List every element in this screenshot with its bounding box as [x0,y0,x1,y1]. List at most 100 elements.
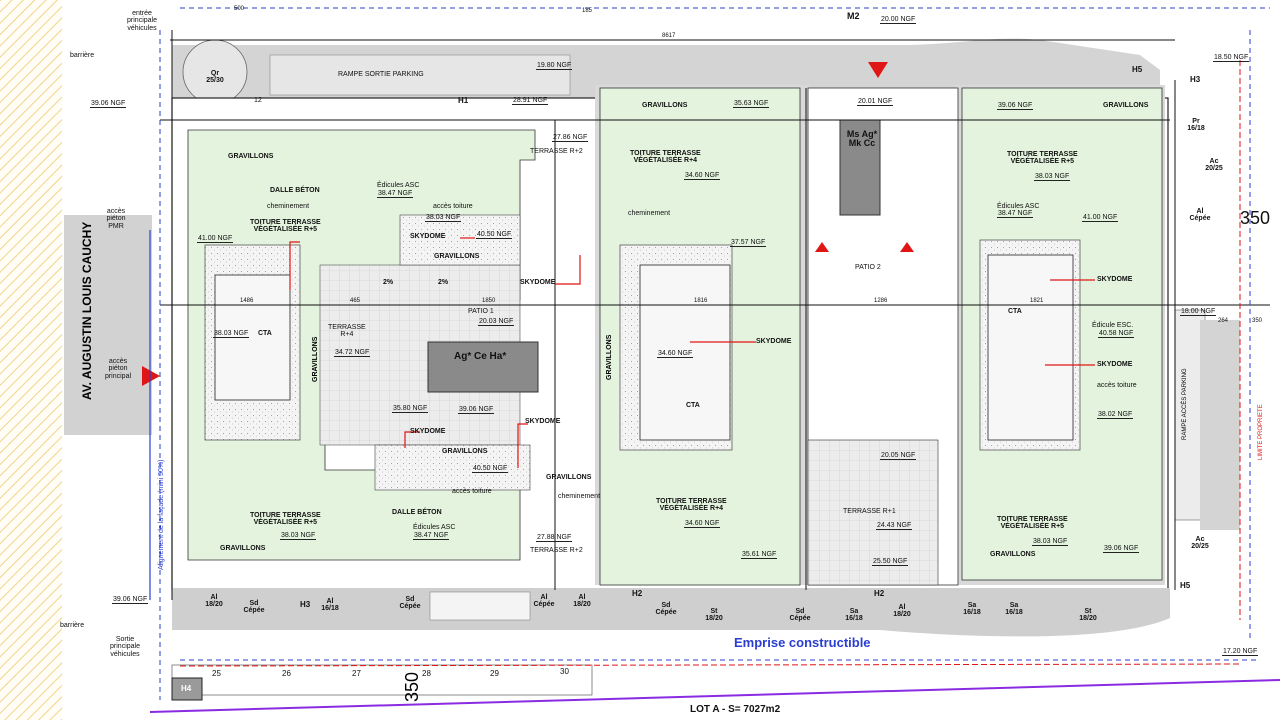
tree-9: Sd Cépée [786,608,814,623]
parking-25: 25 [212,669,221,678]
tree-5: Al Cépée [530,594,558,609]
level-34-60-a: 34.60 NGF [684,172,721,180]
level-25-50: 25.50 NGF [872,558,909,566]
vehicle-entry-label: entrée principale véhicules [127,10,157,32]
skydome-c2: SKYDOME [1097,361,1133,368]
roof-access-c: accès toiture [1097,382,1137,389]
hedge-h1: H1 [458,96,469,105]
stair-room-label: Édicule ESC. [1092,322,1134,329]
tree-3-code: Al [326,598,334,605]
tree-12-size: 16/18 [963,609,981,617]
tree-10-size: 16/18 [845,615,863,623]
cta-label-a: CTA [258,330,272,337]
pct-a1: 2% [383,279,394,286]
gravel-label-a1: GRAVILLONS [228,153,274,160]
skydome-b: SKYDOME [756,338,792,345]
qr-label: Qr 25/30 [206,70,224,85]
level-40-58: 40.58 NGF [1098,330,1135,338]
right-gray [1200,320,1240,530]
skydome-a3: SKYDOME [410,428,446,435]
tree-8: St 18/20 [700,608,728,623]
tree-5-size: Cépée [533,601,555,609]
gravel-label-a3: GRAVILLONS [442,448,488,455]
tree-4: Sd Cépée [396,596,424,611]
tree-2-code: Sd [249,600,259,607]
tree-12-code: Sa [967,602,977,609]
tree-9-code: Sd [795,608,805,615]
level-35-61: 35.61 NGF [741,551,778,559]
parking-row [171,664,593,696]
gravel-label-a5: GRAVILLONS [220,545,266,552]
pedestrian-pmr-label: accès piéton PMR [106,208,126,230]
level-38-47-a: 38.47 NGF [377,190,414,198]
hedge-h5-bottom: H5 [1180,581,1191,590]
level-38-03-cta-a: 38.03 NGF [213,330,250,338]
barrier-bottom-label: barrière [60,622,85,629]
level-18-50: 18.50 NGF [1213,54,1250,62]
dim-1821: 1821 [1030,298,1044,304]
level-35-63: 35.63 NGF [733,100,770,108]
bottom-white-strip [429,591,531,621]
level-20-01: 20.01 NGF [857,98,894,106]
tree-7-code: Sd [661,602,671,609]
level-34-72: 34.72 NGF [334,349,371,357]
tree-13: Sa 16/18 [1000,602,1028,617]
dim-264: 264 [1218,318,1229,324]
hedge-h2-a: H2 [632,589,643,598]
tree-14: St 18/20 [1074,608,1102,623]
tree-7-size: Cépée [655,609,677,617]
green-terrace-c-bottom: TOITURE TERRASSE VÉGÉTALISÉE R+5 [997,516,1068,531]
tree-6: Al 18/20 [568,594,596,609]
lift-room-label-a2: Édicules ASC [413,524,456,531]
roof-access-a: accès toiture [433,203,473,210]
hedge-h3-right: H3 [1190,75,1201,84]
tree-6-code: Al [578,594,586,601]
green-terrace-b-top: TOITURE TERRASSE VÉGÉTALISÉE R+4 [630,150,701,165]
parking-27: 27 [352,669,361,678]
lift-room-label-a: Édicules ASC [377,182,420,189]
dim-185: 185 [582,8,593,14]
level-39-06-b: 39.06 NGF [997,102,1034,110]
ramp-exit-label: RAMPE SORTIE PARKING [338,71,424,78]
right-tree-4: Ac 20/25 [1191,536,1209,551]
terrace-r1-label: TERRASSE R+1 [843,508,896,515]
right-tree-3: Al Cépée [1189,208,1211,223]
dim-12: 12 [254,97,262,104]
level-27-88: 27.88 NGF [536,534,573,542]
patio-1-planter [427,341,539,393]
gravel-label-a4: GRAVILLONS [546,474,592,481]
big-350-right: 350 [1240,208,1271,228]
green-terrace-a-top: TOITURE TERRASSE VÉGÉTALISÉE R+5 [250,219,321,234]
level-20-00: 20.00 NGF [880,16,917,24]
level-38-02: 38.02 NGF [1097,411,1134,419]
level-40-50-a: 40.50 NGF [476,231,513,239]
tree-8-size: 18/20 [705,615,723,623]
tree-1: Al 18/20 [200,594,228,609]
parking-29: 29 [490,669,499,678]
vehicle-exit-label: Sortie principale véhicules [110,636,140,658]
terrace-r2-top: TERRASSE R+2 [530,148,583,155]
dim-1850: 1850 [482,298,496,304]
street-name: AV. AUGUSTIN LOUIS CAUCHY [80,221,94,400]
tree-1-code: Al [210,594,218,601]
cta-c [987,254,1074,441]
dim-1486: 1486 [240,298,254,304]
parking-28: 28 [422,669,431,678]
path-label-a2: cheminement [558,493,601,500]
tree-12: Sa 16/18 [958,602,986,617]
level-38-47-b: 38.47 NGF [413,532,450,540]
path-label-a: cheminement [267,203,310,210]
skydome-a2: SKYDOME [520,279,556,286]
tree-14-size: 18/20 [1079,615,1097,623]
emprise-label: Emprise constructible [734,635,871,650]
skydome-c1: SKYDOME [1097,276,1133,283]
green-terrace-b-bottom: TOITURE TERRASSE VÉGÉTALISÉE R+4 [656,498,727,513]
parking-30: 30 [560,667,569,676]
tree-2: Sd Cépée [240,600,268,615]
gravel-label-a2: GRAVILLONS [434,253,480,260]
tree-7: Sd Cépée [652,602,680,617]
tree-14-code: St [1084,608,1092,615]
level-39-06-c: 39.06 NGF [458,406,495,414]
right-tree-1: Pr 16/18 [1187,118,1205,133]
tree-4-code: Sd [405,596,415,603]
